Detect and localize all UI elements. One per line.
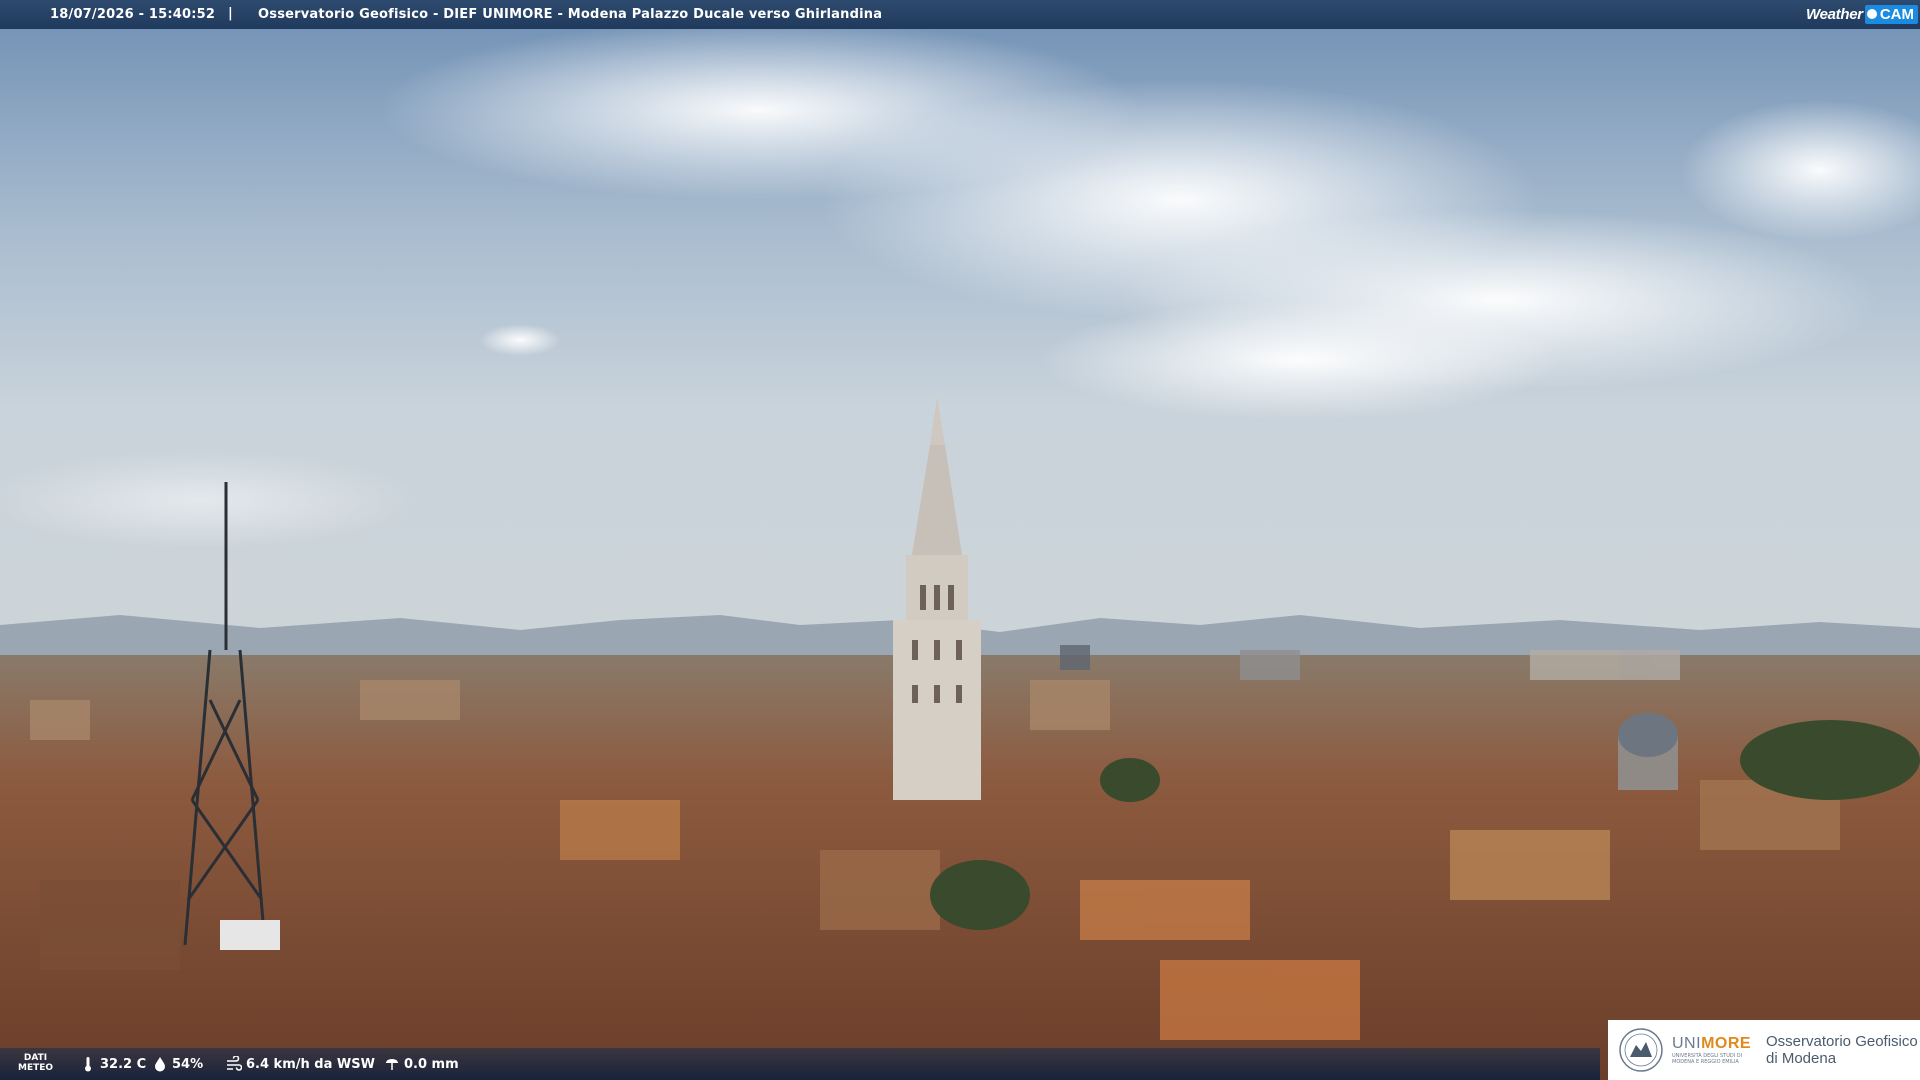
brand-cam-text: CAM — [1879, 5, 1914, 23]
unimore-logo: UNIMORE UNIVERSITÀ DEGLI STUDI DI MODENA… — [1608, 1020, 1920, 1080]
rain-gauge-icon — [386, 1059, 398, 1070]
rain-value: 0.0 mm — [404, 1056, 459, 1072]
humidity-drop-icon — [155, 1057, 165, 1072]
meteo-label-line1: DATI — [23, 1053, 48, 1063]
uni-subtitle: UNIVERSITÀ DEGLI STUDI DI MODENA E REGGI… — [1672, 1053, 1743, 1065]
wind-value: 6.4 km/h da WSW — [246, 1056, 375, 1072]
humidity-value: 54% — [172, 1056, 204, 1072]
meteo-label-line2: METEO — [18, 1063, 54, 1073]
university-seal-icon — [1619, 1028, 1663, 1072]
lens-icon — [1866, 9, 1877, 19]
temperature-value: 32.2 C — [100, 1056, 147, 1072]
uni-part2: MORE — [1701, 1035, 1752, 1052]
meteo-label: DATI METEO — [18, 1053, 53, 1073]
brand-weather: Weather — [1806, 5, 1863, 23]
caption-bar: 18/07/2026 - 15:40:52 | Osservatorio Geo… — [0, 0, 1920, 29]
observatory-line2: di Modena — [1766, 1050, 1837, 1067]
camera-caption: Osservatorio Geofisico - DIEF UNIMORE - … — [258, 7, 883, 22]
uni-part1: UNI — [1672, 1035, 1702, 1052]
brand-cam: CAM — [1864, 4, 1918, 24]
rain-reading: 0.0 mm — [384, 1056, 459, 1072]
meteo-bar: DATI METEO 32.2 C 54% 6.4 km/h da WSW 0.… — [0, 1048, 1600, 1080]
observatory-name: Osservatorio Geofisico di Modena — [1766, 1033, 1918, 1067]
humidity-reading: 54% — [152, 1056, 203, 1072]
wind-icon — [227, 1056, 242, 1071]
webcam-view — [0, 0, 1920, 1080]
unimore-wordmark: UNIMORE UNIVERSITÀ DEGLI STUDI DI MODENA… — [1672, 1035, 1754, 1065]
separator: | — [228, 6, 233, 21]
antenna-equipment — [220, 920, 280, 950]
weathercam-logo: Weather CAM — [1806, 3, 1918, 25]
observatory-line1: Osservatorio Geofisico — [1766, 1033, 1918, 1050]
thermometer-icon — [85, 1057, 91, 1072]
church-dome — [1618, 713, 1678, 790]
wind-reading: 6.4 km/h da WSW — [226, 1056, 375, 1072]
temperature-reading: 32.2 C — [80, 1056, 146, 1072]
timestamp: 18/07/2026 - 15:40:52 — [50, 7, 216, 22]
